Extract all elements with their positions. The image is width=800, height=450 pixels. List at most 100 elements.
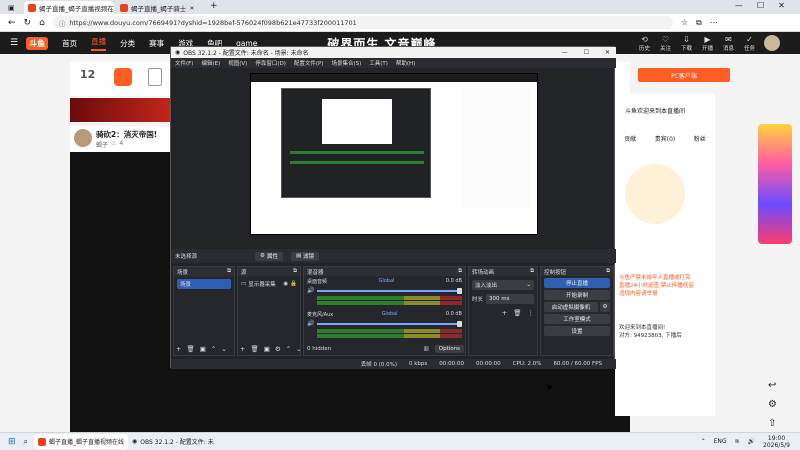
- add-icon[interactable]: +: [176, 345, 181, 353]
- tab-fans[interactable]: 粉丝: [694, 134, 706, 143]
- trash-icon[interactable]: 🗑: [250, 345, 258, 353]
- shield-icon[interactable]: [148, 68, 162, 86]
- close-window-icon[interactable]: ✕: [778, 1, 785, 10]
- nav-live[interactable]: 直播: [91, 36, 107, 51]
- menu-file[interactable]: 文件(F): [175, 59, 193, 67]
- tab-contribution[interactable]: 贡献: [624, 134, 636, 143]
- dock-float-icon[interactable]: ⧉: [227, 268, 231, 275]
- lock-icon[interactable]: 🔒: [290, 281, 297, 287]
- menu-help[interactable]: 帮助(H): [396, 59, 415, 67]
- promo-banner[interactable]: [70, 98, 170, 122]
- taskbar-item-obs[interactable]: ◉ OBS 32.1.2 - 配置文件: 未: [128, 434, 218, 449]
- menu-docks[interactable]: 停靠窗口(D): [255, 59, 286, 67]
- add-icon[interactable]: +: [502, 309, 507, 317]
- maximize-icon[interactable]: ☐: [584, 49, 589, 56]
- virtual-camera-button[interactable]: 启动虚拟摄像机: [544, 302, 598, 312]
- scene-item[interactable]: 场景: [177, 279, 231, 289]
- activity-banner[interactable]: [758, 124, 792, 244]
- speaker-icon[interactable]: 🔊: [307, 287, 314, 294]
- menu-edit[interactable]: 编辑(E): [201, 59, 220, 67]
- home-icon[interactable]: ⌂: [39, 18, 45, 28]
- settings-gear-icon[interactable]: ⚙: [768, 399, 777, 410]
- up-icon[interactable]: ⌃: [286, 345, 291, 353]
- reply-icon[interactable]: ↩: [768, 380, 777, 391]
- language-indicator[interactable]: ENG: [714, 438, 727, 445]
- mixer-layout-icon[interactable]: ▥: [424, 346, 429, 352]
- taskbar-item-browser[interactable]: 蝎子直播_蝎子直播视频在线: [34, 434, 129, 449]
- avatar[interactable]: [764, 35, 780, 51]
- pc-client-button[interactable]: PC客户端: [638, 68, 730, 82]
- studio-mode-button[interactable]: 工作室模式: [544, 314, 610, 324]
- site-logo[interactable]: 斗鱼: [26, 36, 49, 50]
- new-tab-button[interactable]: +: [210, 1, 218, 11]
- start-recording-button[interactable]: 开始录制: [544, 290, 610, 300]
- settings-menu-icon[interactable]: ⋯: [710, 18, 718, 27]
- refresh-icon[interactable]: ↻: [24, 18, 32, 28]
- tab-vip[interactable]: 贵宾(0): [655, 134, 676, 143]
- speaker-icon[interactable]: 🔊: [307, 320, 314, 327]
- gear-icon[interactable]: ⚙: [275, 345, 281, 353]
- anchor-avatar[interactable]: [74, 129, 92, 147]
- mixer-options-button[interactable]: Options: [434, 345, 464, 353]
- browser-tab[interactable]: 蝎子直播_蝎子骑士 ×: [116, 1, 206, 14]
- dock-float-icon[interactable]: ⧉: [530, 268, 534, 275]
- menu-view[interactable]: 视图(V): [228, 59, 247, 67]
- trash-icon[interactable]: 🗑: [513, 309, 521, 317]
- minimize-icon[interactable]: —: [562, 49, 568, 56]
- anchor-name[interactable]: 蝎子: [96, 140, 108, 149]
- filters-button[interactable]: ▤ 滤镜: [290, 251, 320, 261]
- favorites-icon[interactable]: ☆: [681, 18, 688, 27]
- header-follow[interactable]: ♡ 关注: [655, 35, 676, 52]
- source-item[interactable]: ▭ 显示器采集 ◉ 🔒: [241, 279, 297, 289]
- obs-preview[interactable]: [250, 73, 538, 235]
- volume-icon[interactable]: 🔊: [748, 438, 755, 445]
- menu-tools[interactable]: 工具(T): [369, 59, 388, 67]
- trash-icon[interactable]: 🗑: [186, 345, 194, 353]
- header-history[interactable]: ⟲ 历史: [634, 35, 655, 52]
- menu-profile[interactable]: 配置文件(P): [294, 59, 324, 67]
- panel-icon[interactable]: ▣: [200, 345, 206, 353]
- close-icon[interactable]: ×: [189, 4, 194, 12]
- header-live[interactable]: ▶ 开播: [697, 35, 718, 52]
- virtual-camera-settings-button[interactable]: ⚙: [600, 302, 610, 312]
- transition-select[interactable]: 淡入淡出 ⌄: [472, 280, 534, 290]
- wifi-icon[interactable]: ≋: [735, 438, 740, 445]
- dock-float-icon[interactable]: ⧉: [458, 268, 462, 275]
- add-icon[interactable]: +: [240, 345, 245, 353]
- close-window-icon[interactable]: ✕: [605, 49, 610, 56]
- url-input[interactable]: ⓘ https://www.douyu.com/7669491?dyshid=1…: [52, 16, 673, 29]
- panel-icon[interactable]: ▣: [264, 345, 270, 353]
- badge-icon[interactable]: [114, 68, 132, 86]
- minimize-icon[interactable]: —: [735, 1, 743, 10]
- tray-up-icon[interactable]: ⌃: [701, 438, 706, 445]
- down-icon[interactable]: ⌄: [296, 345, 301, 353]
- browser-menu-button[interactable]: ▣: [4, 1, 20, 14]
- header-message[interactable]: ✉ 消息: [718, 35, 739, 52]
- nav-home[interactable]: 首页: [62, 38, 77, 49]
- dock-float-icon[interactable]: ⧉: [606, 268, 610, 275]
- header-task[interactable]: ✓ 任务: [739, 35, 760, 52]
- settings-button[interactable]: 设置: [544, 326, 610, 336]
- properties-button[interactable]: ⚙ 属性: [255, 251, 283, 261]
- stop-streaming-button[interactable]: 停止直播: [544, 278, 610, 288]
- up-icon[interactable]: ⌃: [211, 345, 216, 353]
- browser-tab[interactable]: 蝎子直播_蝎子直播视频在线 ×: [24, 1, 114, 14]
- back-icon[interactable]: ←: [8, 18, 16, 28]
- more-icon[interactable]: ⋮: [528, 309, 535, 317]
- volume-slider[interactable]: [317, 287, 462, 294]
- eye-icon[interactable]: ◉: [283, 281, 288, 287]
- windows-start-icon[interactable]: ⊞: [8, 437, 16, 447]
- site-menu-icon[interactable]: ☰: [10, 38, 18, 48]
- scroll-top-icon[interactable]: ⇧: [768, 418, 777, 429]
- maximize-icon[interactable]: ☐: [757, 1, 764, 10]
- nav-events[interactable]: 赛事: [149, 38, 164, 49]
- clock[interactable]: 19:00 2026/5/9: [763, 435, 790, 449]
- duration-input[interactable]: 300 ms: [486, 294, 534, 304]
- nav-category[interactable]: 分类: [120, 38, 135, 49]
- menu-scene-collection[interactable]: 场景集合(S): [331, 59, 361, 67]
- down-icon[interactable]: ⌄: [221, 345, 226, 353]
- taskbar-search-icon[interactable]: ⌕: [24, 437, 28, 447]
- dock-float-icon[interactable]: ⧉: [293, 268, 297, 275]
- header-download[interactable]: ⇩ 下载: [676, 35, 697, 52]
- volume-slider[interactable]: [317, 320, 462, 327]
